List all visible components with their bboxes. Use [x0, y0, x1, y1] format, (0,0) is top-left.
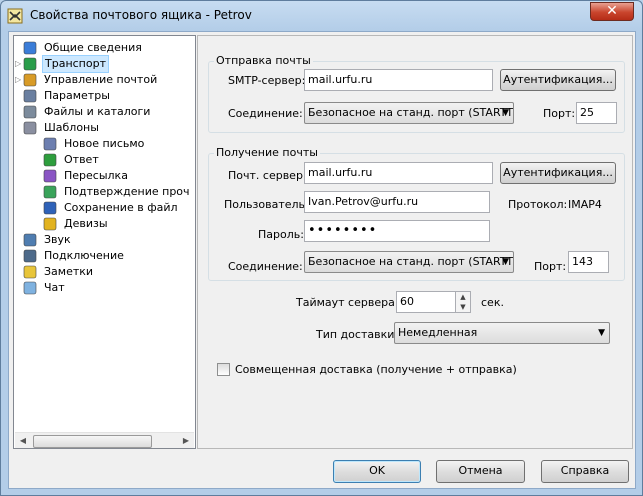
user-field[interactable]: Ivan.Petrov@urfu.ru: [304, 191, 490, 213]
incoming-server-label: Почт. сервер:: [228, 169, 307, 182]
scrollbar-thumb[interactable]: [33, 435, 152, 448]
incoming-title: Получение почты: [214, 146, 320, 159]
outgoing-title: Отправка почты: [214, 54, 313, 67]
outgoing-connection-label: Соединение:: [228, 107, 303, 120]
read-confirmation-icon: [42, 184, 58, 200]
timeout-stepper[interactable]: ▲ ▼: [456, 291, 471, 313]
sound-icon: [22, 232, 38, 248]
tree-item-label: Пересылка: [64, 169, 128, 182]
window-title: Свойства почтового ящика - Petrov: [30, 8, 252, 22]
app-icon: [7, 8, 23, 24]
timeout-unit: сек.: [481, 296, 504, 309]
protocol-value: IMAP4: [568, 198, 602, 211]
scroll-right-icon[interactable]: ▶: [178, 433, 194, 448]
help-button[interactable]: Справка: [541, 460, 629, 483]
transport-panel: Отправка почты SMTP-сервер: mail.urfu.ru…: [197, 35, 633, 449]
user-label: Пользователь:: [224, 198, 309, 211]
tree-item-label: Шаблоны: [44, 121, 99, 134]
smtp-server-field[interactable]: mail.urfu.ru: [304, 69, 493, 91]
settings-tree[interactable]: ◀ ▶ Общие сведения Транспорт ▷ Управление п…: [13, 35, 196, 449]
incoming-connection-value: Безопасное на станд. порт (STARTTLS): [308, 255, 514, 268]
ok-button[interactable]: OK: [333, 460, 421, 483]
incoming-port-label: Порт:: [534, 260, 567, 273]
mail-management-icon: [22, 72, 38, 88]
password-label: Пароль:: [258, 228, 304, 241]
incoming-port-field[interactable]: 143: [568, 251, 609, 273]
combined-delivery-label[interactable]: Совмещенная доставка (получение + отправ…: [235, 363, 517, 377]
files-folders-icon: [22, 104, 38, 120]
outgoing-auth-button[interactable]: Аутентификация...: [500, 69, 616, 91]
expander-icon[interactable]: ▷: [15, 56, 24, 72]
incoming-connection-select[interactable]: Безопасное на станд. порт (STARTTLS) ▼: [304, 251, 514, 273]
incoming-connection-label: Соединение:: [228, 260, 303, 273]
outgoing-connection-select[interactable]: Безопасное на станд. порт (STARTTLS) ▼: [304, 102, 514, 124]
notes-icon: [22, 264, 38, 280]
reply-icon: [42, 152, 58, 168]
tree-item-label: Девизы: [64, 217, 108, 230]
horizontal-scrollbar[interactable]: ◀ ▶: [15, 432, 194, 448]
timeout-label: Таймаут сервера:: [296, 296, 399, 309]
tree-item-label: Общие сведения: [44, 41, 142, 54]
outgoing-port-field[interactable]: 25: [576, 102, 617, 124]
expander-icon[interactable]: ▷: [15, 72, 24, 88]
password-field[interactable]: ••••••••: [304, 220, 490, 242]
smtp-server-label: SMTP-сервер:: [228, 74, 306, 87]
chevron-down-icon: ▼: [502, 108, 509, 118]
tree-item-label: Подтверждение проч: [64, 185, 190, 198]
tree-item-label: Звук: [44, 233, 71, 246]
outgoing-connection-value: Безопасное на станд. порт (STARTTLS): [308, 106, 514, 119]
title-bar: Свойства почтового ящика - Petrov ✕: [1, 1, 642, 31]
protocol-label: Протокол:: [508, 198, 568, 211]
tree-item-label: Подключение: [44, 249, 124, 262]
properties-window: Свойства почтового ящика - Petrov ✕ ◀ ▶ …: [0, 0, 643, 496]
tree-item-label: Новое письмо: [64, 137, 145, 150]
incoming-server-field[interactable]: mail.urfu.ru: [304, 162, 493, 184]
parameters-icon: [22, 88, 38, 104]
combined-delivery-checkbox[interactable]: [217, 363, 230, 376]
delivery-select[interactable]: Немедленная ▼: [394, 322, 610, 344]
scroll-left-icon[interactable]: ◀: [15, 433, 31, 448]
tree-item-label: Транспорт: [42, 55, 109, 73]
templates-icon: [22, 120, 38, 136]
general-info-icon: [22, 40, 38, 56]
transport-icon: [22, 56, 38, 72]
new-letter-icon: [42, 136, 58, 152]
chevron-down-icon: ▼: [502, 257, 509, 267]
delivery-label: Тип доставки:: [316, 328, 399, 341]
close-icon: ✕: [606, 3, 618, 19]
tree-item-label: Сохранение в файл: [64, 201, 178, 214]
dialog-client: ◀ ▶ Общие сведения Транспорт ▷ Управление п…: [8, 31, 636, 489]
forward-icon: [42, 168, 58, 184]
tree-item-label: Файлы и каталоги: [44, 105, 151, 118]
save-to-file-icon: [42, 200, 58, 216]
tree-item-label: Управление почтой: [44, 73, 158, 86]
tree-item-label: Чат: [44, 281, 65, 294]
mottos-icon: [42, 216, 58, 232]
timeout-field[interactable]: 60: [396, 291, 456, 313]
cancel-button[interactable]: Отмена: [436, 460, 525, 483]
tree-item-label: Параметры: [44, 89, 110, 102]
close-button[interactable]: ✕: [590, 2, 634, 21]
spin-down-icon[interactable]: ▼: [456, 302, 470, 312]
incoming-auth-button[interactable]: Аутентификация...: [500, 162, 616, 184]
spin-up-icon[interactable]: ▲: [456, 292, 470, 302]
connection-icon: [22, 248, 38, 264]
chevron-down-icon: ▼: [598, 328, 605, 338]
chat-icon: [22, 280, 38, 296]
tree-item-label: Заметки: [44, 265, 94, 278]
delivery-value: Немедленная: [398, 326, 478, 339]
tree-item-label: Ответ: [64, 153, 99, 166]
outgoing-port-label: Порт:: [543, 107, 576, 120]
